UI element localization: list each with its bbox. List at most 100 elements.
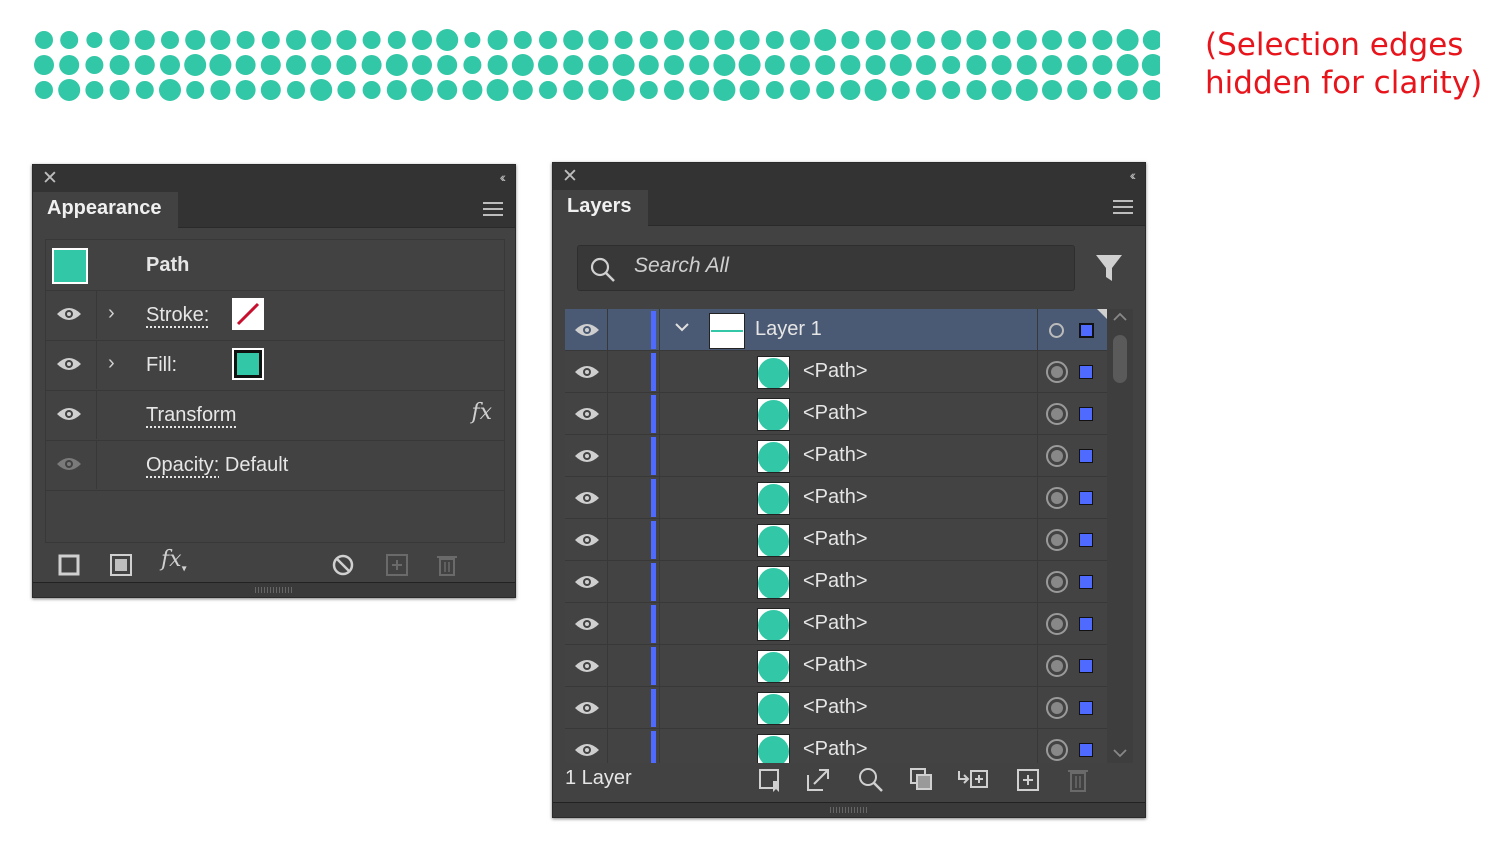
path-name[interactable]: <Path> [803, 486, 868, 509]
path-row[interactable]: <Path> [565, 645, 1107, 687]
path-name[interactable]: <Path> [803, 696, 868, 719]
path-row[interactable]: <Path> [565, 477, 1107, 519]
transform-row[interactable]: Transform fx [46, 390, 504, 441]
eye-icon[interactable] [56, 405, 82, 423]
add-fill-icon[interactable] [109, 553, 133, 582]
path-row[interactable]: <Path> [565, 351, 1107, 393]
scroll-down-icon[interactable] [1112, 745, 1128, 761]
eye-icon[interactable] [574, 363, 600, 381]
panel-title-bar[interactable]: ✕ ‹‹ [33, 165, 515, 192]
selection-square-icon[interactable] [1079, 365, 1093, 379]
eye-icon[interactable] [574, 573, 600, 591]
path-row[interactable]: <Path> [565, 603, 1107, 645]
selection-square-icon[interactable] [1079, 449, 1093, 463]
selection-square-icon[interactable] [1079, 407, 1093, 421]
selection-square-icon[interactable] [1079, 701, 1093, 715]
path-row[interactable]: <Path> [565, 561, 1107, 603]
panel-title-bar[interactable]: ✕ ‹‹ [553, 163, 1145, 190]
tab-layers[interactable]: Layers [553, 190, 648, 226]
eye-icon[interactable] [574, 615, 600, 633]
path-row[interactable]: <Path> [565, 729, 1107, 763]
fill-row[interactable]: › Fill: [46, 340, 504, 391]
resize-grip[interactable] [33, 582, 515, 597]
layer-name[interactable]: Layer 1 [755, 318, 822, 341]
path-row[interactable]: <Path> [565, 435, 1107, 477]
eye-icon[interactable] [574, 321, 600, 339]
selection-square-icon[interactable] [1079, 659, 1093, 673]
export-icon[interactable] [805, 767, 833, 798]
target-circle-icon[interactable] [1046, 697, 1068, 719]
eye-icon[interactable] [574, 699, 600, 717]
path-name[interactable]: <Path> [803, 402, 868, 425]
path-name[interactable]: <Path> [803, 738, 868, 761]
selection-square-icon[interactable] [1079, 491, 1093, 505]
fx-icon[interactable]: fx [471, 400, 492, 425]
clear-appearance-icon[interactable] [331, 553, 355, 582]
scrollbar[interactable] [1107, 309, 1133, 763]
eye-icon[interactable] [56, 305, 82, 323]
path-name[interactable]: <Path> [803, 570, 868, 593]
add-stroke-icon[interactable] [57, 553, 81, 582]
path-name[interactable]: <Path> [803, 654, 868, 677]
panel-menu-icon[interactable] [483, 202, 503, 220]
selection-square-icon[interactable] [1079, 323, 1094, 338]
filter-icon[interactable] [1095, 253, 1123, 283]
opacity-field[interactable]: Opacity: Default [146, 454, 288, 477]
target-circle-icon[interactable] [1046, 529, 1068, 551]
path-name[interactable]: <Path> [803, 612, 868, 635]
panel-menu-icon[interactable] [1113, 200, 1133, 218]
collapse-icon[interactable]: ‹‹ [500, 169, 507, 185]
chevron-down-icon[interactable] [673, 318, 691, 336]
target-circle-icon[interactable] [1046, 361, 1068, 383]
selection-square-icon[interactable] [1079, 617, 1093, 631]
transform-label[interactable]: Transform [146, 404, 236, 427]
opacity-label[interactable]: Opacity: [146, 454, 219, 476]
collapse-icon[interactable]: ‹‹ [1130, 167, 1137, 183]
search-input[interactable]: Search All [634, 254, 729, 278]
collect-export-icon[interactable] [757, 767, 785, 798]
path-name[interactable]: <Path> [803, 360, 868, 383]
tab-appearance[interactable]: Appearance [33, 192, 178, 228]
scroll-up-icon[interactable] [1112, 309, 1128, 325]
target-circle-icon[interactable] [1049, 323, 1064, 338]
target-circle-icon[interactable] [1046, 655, 1068, 677]
chevron-right-icon[interactable]: › [108, 352, 115, 375]
selection-square-icon[interactable] [1079, 743, 1093, 757]
path-row[interactable]: <Path> [565, 519, 1107, 561]
selection-square-icon[interactable] [1079, 575, 1093, 589]
layer-row[interactable]: Layer 1 [565, 309, 1107, 351]
path-row[interactable]: <Path> [565, 687, 1107, 729]
opacity-row[interactable]: Opacity: Default [46, 440, 504, 491]
clipping-mask-icon[interactable] [909, 767, 937, 798]
path-row[interactable]: <Path> [565, 393, 1107, 435]
close-icon[interactable]: ✕ [42, 167, 58, 190]
new-sublayer-icon[interactable] [957, 767, 991, 798]
target-circle-icon[interactable] [1046, 487, 1068, 509]
fill-swatch[interactable] [232, 348, 264, 380]
locate-object-icon[interactable] [857, 767, 885, 798]
target-circle-icon[interactable] [1046, 613, 1068, 635]
eye-icon[interactable] [56, 355, 82, 373]
target-circle-icon[interactable] [1046, 445, 1068, 467]
fx-menu-icon[interactable]: fx▾ [161, 547, 187, 574]
fill-label[interactable]: Fill: [146, 354, 177, 377]
eye-icon[interactable] [574, 405, 600, 423]
close-icon[interactable]: ✕ [562, 165, 578, 188]
eye-icon[interactable] [574, 657, 600, 675]
target-circle-icon[interactable] [1046, 403, 1068, 425]
target-circle-icon[interactable] [1046, 571, 1068, 593]
eye-icon[interactable] [574, 741, 600, 759]
path-name[interactable]: <Path> [803, 444, 868, 467]
stroke-swatch-none[interactable] [232, 298, 264, 330]
target-circle-icon[interactable] [1046, 739, 1068, 761]
new-layer-icon[interactable] [1015, 767, 1043, 798]
chevron-right-icon[interactable]: › [108, 302, 115, 325]
path-name[interactable]: <Path> [803, 528, 868, 551]
eye-icon[interactable] [574, 531, 600, 549]
eye-icon[interactable] [574, 489, 600, 507]
scroll-thumb[interactable] [1113, 335, 1127, 383]
stroke-row[interactable]: › Stroke: [46, 290, 504, 341]
resize-grip[interactable] [553, 802, 1145, 817]
eye-icon[interactable] [574, 447, 600, 465]
stroke-label[interactable]: Stroke: [146, 304, 209, 327]
